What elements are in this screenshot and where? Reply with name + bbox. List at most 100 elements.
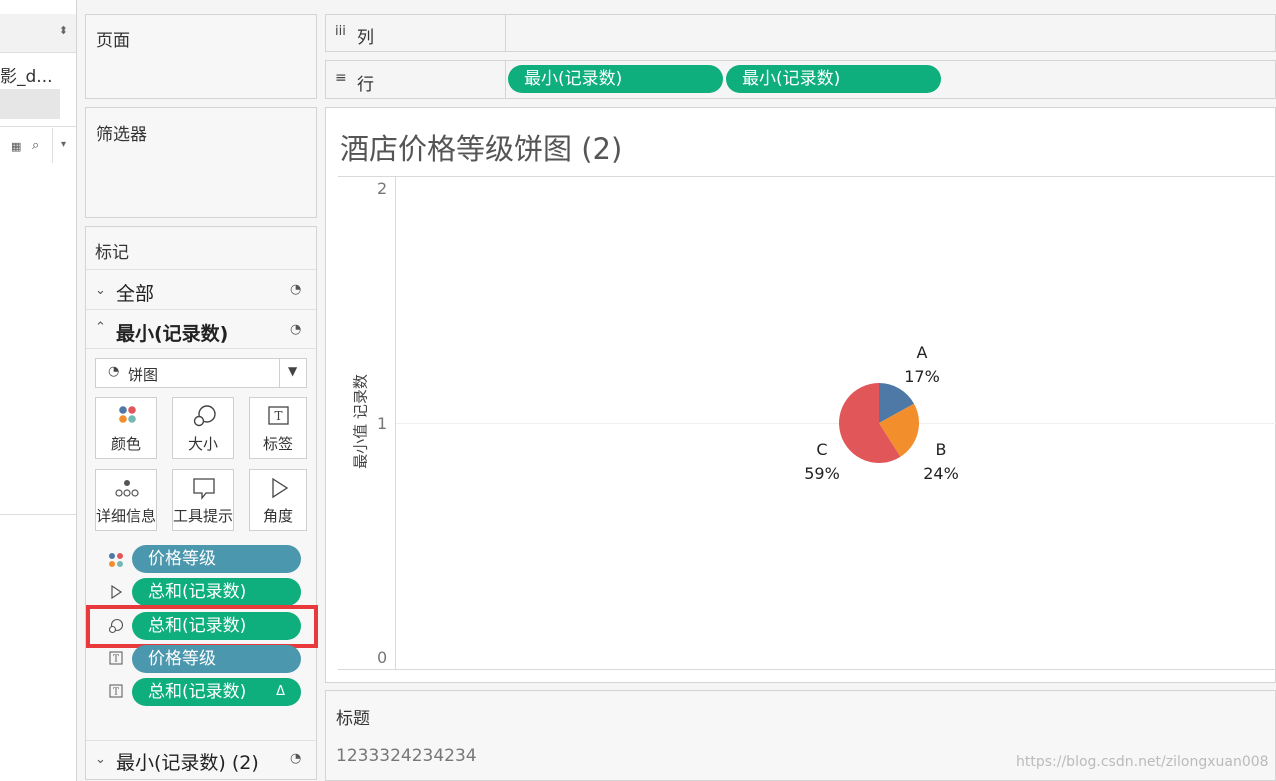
gridline bbox=[396, 423, 1276, 424]
rows-pill-text: 最小(记录数) bbox=[742, 69, 841, 89]
label-card-label: 标签 bbox=[262, 435, 293, 453]
pie-mark-icon: ◔ bbox=[290, 282, 302, 297]
svg-text:T: T bbox=[113, 688, 119, 698]
rows-label: 行 bbox=[357, 75, 374, 95]
y-tick-label: 2 bbox=[377, 179, 388, 198]
tooltip-card-label: 工具提示 bbox=[173, 507, 234, 525]
angle-card-label: 角度 bbox=[262, 507, 293, 525]
color-dots-icon bbox=[119, 406, 136, 423]
pie-label-category: B bbox=[935, 440, 947, 459]
field-pill-text: 价格等级 bbox=[148, 649, 216, 669]
field-pill-text: 总和(记录数) bbox=[148, 682, 247, 702]
field-pill-text: 价格等级 bbox=[148, 549, 216, 569]
search-icon[interactable]: ⌕ bbox=[32, 138, 39, 153]
size-icon bbox=[108, 618, 124, 634]
divider bbox=[86, 740, 316, 741]
color-card-label: 颜色 bbox=[110, 435, 141, 453]
filters-panel[interactable]: 筛选器 bbox=[85, 107, 317, 218]
size-card-label: 大小 bbox=[187, 435, 218, 453]
rows-icon: ≡ bbox=[335, 70, 347, 86]
pie-chart-icon: ◔ bbox=[108, 364, 120, 379]
divider bbox=[86, 348, 316, 349]
pie-label-category: C bbox=[816, 440, 828, 459]
chevron-down-icon[interactable]: ⌄ bbox=[95, 283, 106, 298]
tooltip-card[interactable]: 工具提示 bbox=[172, 469, 234, 531]
field-pill-text: 总和(记录数) bbox=[148, 616, 247, 636]
label-icon: T bbox=[268, 406, 289, 425]
chart-bottom-rule bbox=[338, 669, 1276, 670]
pie-label-a: A 17% bbox=[892, 341, 952, 389]
divider bbox=[0, 514, 76, 515]
pie-label-percent: 24% bbox=[923, 464, 959, 483]
size-card[interactable]: 大小 bbox=[172, 397, 234, 459]
data-pane: ⬍ 影_d... ▦ ⌕ ▾ bbox=[0, 0, 77, 781]
chevron-up-icon[interactable]: ⌃ bbox=[95, 320, 106, 335]
datasource-selection[interactable] bbox=[0, 89, 60, 119]
table-calc-delta-icon: Δ bbox=[276, 684, 285, 699]
chevron-down-icon[interactable]: ⌄ bbox=[95, 752, 106, 767]
sort-arrow-icon[interactable]: ⬍ bbox=[59, 24, 68, 37]
pie-mark-icon: ◔ bbox=[290, 751, 302, 766]
y-tick-label: 1 bbox=[377, 414, 388, 433]
worksheet-title: 酒店价格等级饼图 (2) bbox=[340, 132, 623, 166]
columns-label: 列 bbox=[357, 28, 374, 48]
divider bbox=[86, 269, 316, 270]
field-pill-price-level[interactable]: 价格等级 bbox=[132, 545, 301, 573]
svg-text:T: T bbox=[113, 655, 119, 665]
pages-title: 页面 bbox=[96, 31, 130, 51]
datasource-name[interactable]: 影_d... bbox=[0, 62, 53, 87]
color-card[interactable]: 颜色 bbox=[95, 397, 157, 459]
detail-card-label: 详细信息 bbox=[96, 507, 157, 525]
rows-pill-min-records[interactable]: 最小(记录数) bbox=[508, 65, 723, 93]
size-icon bbox=[193, 405, 216, 427]
list-view-icon[interactable]: ▦ bbox=[11, 140, 21, 153]
angle-icon bbox=[111, 585, 123, 599]
watermark: https://blog.csdn.net/zilongxuan008 bbox=[1016, 754, 1269, 770]
filters-title: 筛选器 bbox=[96, 125, 147, 145]
color-dots-icon bbox=[109, 553, 123, 567]
detail-dots-icon bbox=[115, 480, 139, 497]
label-card[interactable]: T 标签 bbox=[249, 397, 307, 459]
pie-label-b: B 24% bbox=[911, 438, 971, 486]
mark-type-value: 饼图 bbox=[128, 366, 159, 384]
angle-card[interactable]: 角度 bbox=[249, 469, 307, 531]
marks-title: 标记 bbox=[95, 243, 129, 263]
pie-label-c: C 59% bbox=[792, 438, 852, 486]
mark-type-dropdown[interactable]: ◔ 饼图 ▼ bbox=[95, 358, 307, 388]
field-pill-price-level-label[interactable]: 价格等级 bbox=[132, 645, 301, 673]
field-pill-text: 总和(记录数) bbox=[148, 582, 247, 602]
tooltip-icon bbox=[193, 478, 215, 500]
divider bbox=[505, 15, 506, 51]
menu-dropdown-icon[interactable]: ▾ bbox=[61, 139, 66, 150]
field-pill-sum-records-angle[interactable]: 总和(记录数) bbox=[132, 578, 301, 606]
dropdown-arrow-icon: ▼ bbox=[288, 364, 298, 378]
rows-pill-min-records-2[interactable]: 最小(记录数) bbox=[726, 65, 941, 93]
marks-min-records-label[interactable]: 最小(记录数) bbox=[116, 319, 228, 346]
pie-mark-icon: ◔ bbox=[290, 322, 302, 337]
field-pill-sum-records-size[interactable]: 总和(记录数) bbox=[132, 612, 301, 640]
label-icon: T bbox=[109, 684, 123, 698]
divider bbox=[52, 128, 53, 163]
label-icon: T bbox=[109, 651, 123, 665]
pie-label-percent: 17% bbox=[904, 367, 940, 386]
divider bbox=[0, 126, 76, 127]
divider bbox=[505, 61, 506, 98]
y-axis-title-text: 最小值 记录数 bbox=[351, 374, 370, 469]
angle-icon bbox=[272, 477, 289, 499]
svg-text:T: T bbox=[274, 409, 282, 423]
y-tick-label: 0 bbox=[377, 648, 388, 667]
marks-min-records-2-label[interactable]: 最小(记录数) (2) bbox=[116, 748, 259, 775]
caption-title: 标题 bbox=[336, 709, 370, 729]
rows-pill-text: 最小(记录数) bbox=[524, 69, 623, 89]
chart-top-rule bbox=[338, 176, 1276, 177]
field-pill-sum-records-label[interactable]: 总和(记录数) Δ bbox=[132, 678, 301, 706]
columns-shelf[interactable]: iii 列 bbox=[325, 14, 1276, 52]
marks-all-label[interactable]: 全部 bbox=[116, 279, 154, 306]
pie-label-percent: 59% bbox=[804, 464, 840, 483]
y-axis-title: 最小值 记录数 bbox=[350, 352, 371, 492]
divider bbox=[86, 309, 316, 310]
detail-card[interactable]: 详细信息 bbox=[95, 469, 157, 531]
pages-panel[interactable]: 页面 bbox=[85, 14, 317, 99]
pie-label-category: A bbox=[916, 343, 928, 362]
columns-icon: iii bbox=[335, 24, 346, 39]
